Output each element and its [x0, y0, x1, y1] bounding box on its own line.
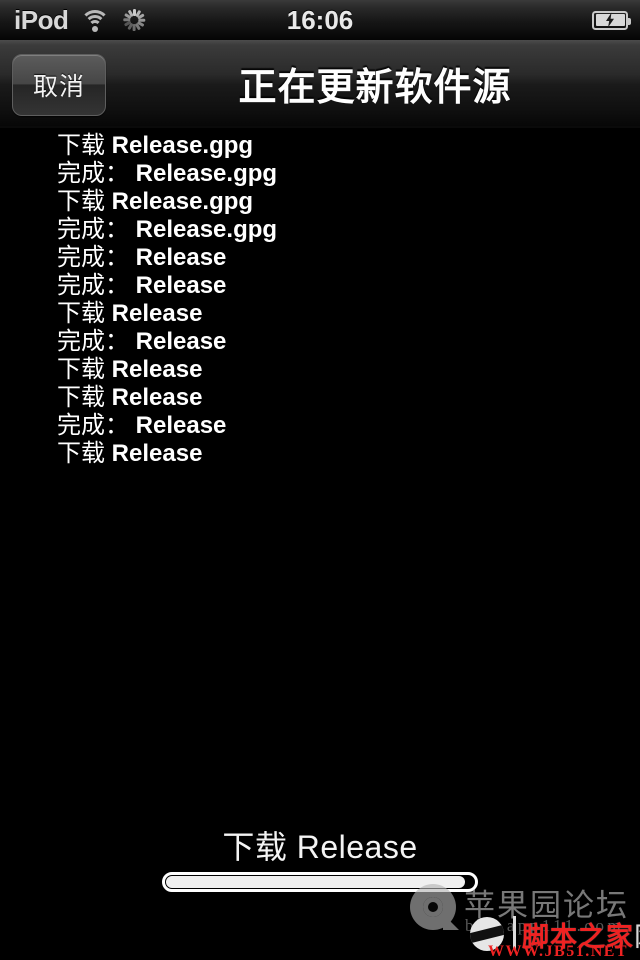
log-line: 下载 Release — [57, 384, 640, 412]
update-log-list[interactable]: 下载 Release.gpg 完成： Release.gpg 下载 Release.… — [0, 132, 640, 792]
log-line-target: Release.gpg — [111, 188, 254, 215]
jb51-logo-icon — [470, 917, 504, 951]
log-line: 完成： Release — [57, 272, 640, 300]
cancel-button[interactable]: 取消 — [12, 54, 106, 116]
wifi-icon — [80, 8, 111, 32]
progress-bar-fill — [166, 876, 465, 888]
log-line-target: Release.gpg — [129, 160, 278, 187]
iphone-screen: iPod 16:06 取消 正在更新软件源 下载 Release.gpg 完成：… — [0, 0, 640, 960]
log-line-prefix: 完成： — [57, 244, 129, 271]
log-line: 完成： Release — [57, 412, 640, 440]
log-line-target: Release — [111, 356, 203, 383]
log-line-prefix: 完成： — [57, 160, 129, 187]
watermark-appleyuan-name: 苹果园论坛 — [464, 888, 629, 923]
log-line-prefix: 下载 — [57, 300, 112, 327]
network-activity-spinner-icon — [122, 8, 146, 32]
watermark-jb51-name-tail: 网 — [634, 922, 640, 952]
progress-status-label: 下载 Release — [222, 829, 418, 865]
log-line-target: Release — [111, 300, 203, 327]
log-line: 下载 Release — [57, 356, 640, 384]
carrier-label: iPod — [14, 5, 69, 35]
log-line-prefix: 下载 — [57, 440, 112, 467]
log-line-target: Release.gpg — [129, 216, 278, 243]
cancel-button-label: 取消 — [32, 73, 85, 101]
log-line-target: Release — [129, 328, 227, 355]
navigation-bar: 取消 正在更新软件源 — [0, 40, 640, 128]
log-line: 完成： Release.gpg — [57, 216, 640, 244]
log-line-target: Release — [129, 272, 227, 299]
jb51-divider — [513, 916, 516, 949]
log-line-prefix: 完成： — [57, 412, 129, 439]
log-line-prefix: 下载 — [57, 188, 112, 215]
status-bar: iPod 16:06 — [0, 0, 640, 40]
progress-bar — [162, 872, 478, 892]
log-line-prefix: 完成： — [57, 328, 129, 355]
log-line-prefix: 下载 — [57, 356, 112, 383]
log-line-target: Release — [111, 440, 203, 467]
log-line: 下载 Release — [57, 300, 640, 328]
log-line-target: Release — [111, 384, 203, 411]
charging-bolt-icon — [606, 12, 614, 28]
log-line-prefix: 下载 — [57, 132, 112, 159]
log-line: 下载 Release.gpg — [57, 188, 640, 216]
log-line: 下载 Release — [57, 440, 640, 468]
log-line-prefix: 完成： — [57, 272, 129, 299]
log-line: 完成： Release — [57, 328, 640, 356]
battery-charging-icon — [592, 10, 631, 30]
watermark-jb51-name: 脚本之家网 — [522, 915, 640, 954]
watermark-jb51-name-main: 脚本之家 — [522, 922, 634, 952]
watermark-appleyuan-url: bbs.app111.com — [465, 916, 625, 935]
log-line: 完成： Release — [57, 244, 640, 272]
log-line: 下载 Release.gpg — [57, 132, 640, 160]
watermark-jb51-url: WWW.JB51.NET — [488, 943, 629, 960]
log-line-target: Release.gpg — [111, 132, 254, 159]
log-line-prefix: 完成： — [57, 216, 129, 243]
page-title: 正在更新软件源 — [238, 66, 512, 109]
log-line-target: Release — [129, 412, 227, 439]
log-line-target: Release — [129, 244, 227, 271]
watermark-jb51: 脚本之家网 WWW.JB51.NET — [470, 915, 640, 960]
log-line-prefix: 下载 — [57, 384, 112, 411]
log-line: 完成： Release.gpg — [57, 160, 640, 188]
